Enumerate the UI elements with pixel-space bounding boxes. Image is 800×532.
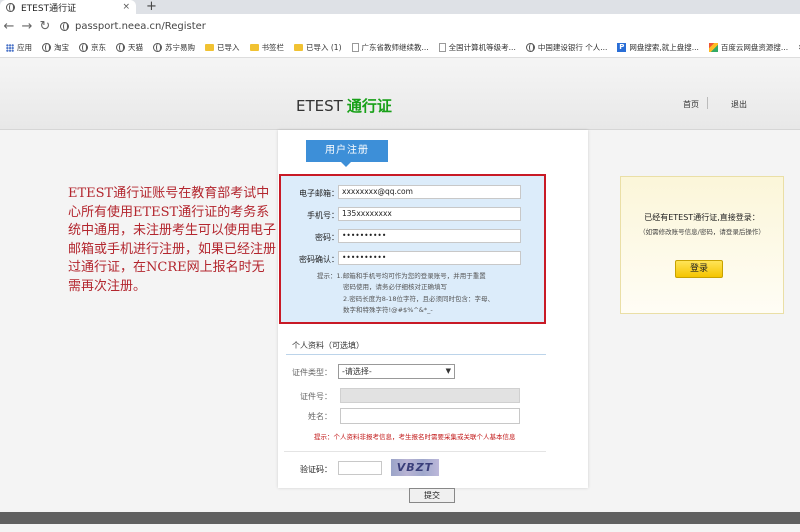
globe-icon	[79, 43, 88, 52]
bookmark-ccb[interactable]: 中国建设银行 个人...	[525, 42, 607, 53]
bookmark-suning[interactable]: 苏宁易购	[153, 42, 195, 53]
reload-button[interactable]: ↻	[36, 19, 54, 34]
captcha-label: 验证码：	[300, 465, 332, 474]
bookmark-apps[interactable]: 应用	[6, 42, 32, 53]
bookmarks-bar: 应用 淘宝 京东 天猫 苏宁易购 已导入 书签栏 已导入 (1) 广东省教师继续…	[0, 38, 800, 58]
new-tab-button[interactable]: +	[146, 0, 157, 14]
login-subtitle: （如需修改账号信息/密码，请登录后操作）	[639, 228, 765, 236]
captcha-input[interactable]	[338, 461, 382, 475]
browser-toolbar: ← → ↻ passport.neea.cn/Register	[0, 14, 800, 38]
folder-icon	[205, 44, 214, 51]
bookmark-taobao[interactable]: 淘宝	[42, 42, 69, 53]
email-label: 电子邮箱：	[299, 189, 339, 198]
hint-line-4: 数字和特殊字符!@#$%^&*_-	[343, 306, 433, 314]
personal-info-title: 个人资料（可选填）	[292, 341, 364, 350]
back-button[interactable]: ←	[0, 19, 18, 34]
folder-icon	[294, 44, 303, 51]
idnum-field	[340, 388, 520, 403]
captcha-image[interactable]: VBZT	[391, 459, 439, 476]
email-field[interactable]: xxxxxxxx@qq.com	[338, 185, 521, 199]
password-label: 密码：	[315, 233, 339, 242]
globe-icon	[6, 2, 15, 12]
register-notice: ETEST通行证账号在教育部考试中心所有使用ETEST通行证的考务系统中通用，未…	[68, 186, 277, 294]
globe-icon	[42, 43, 51, 52]
login-box	[620, 176, 784, 314]
login-button[interactable]: 登录	[675, 260, 723, 278]
pansou-icon: P	[617, 43, 627, 52]
folder-icon	[249, 44, 259, 51]
nav-logout-link[interactable]: 退出	[731, 99, 747, 110]
nav-home-link[interactable]: 首页	[683, 99, 699, 110]
name-label: 姓名：	[308, 412, 332, 421]
confirm-password-field[interactable]: ••••••••••	[338, 251, 521, 265]
tab-close-button[interactable]: ×	[122, 2, 130, 12]
globe-icon	[153, 43, 162, 52]
bookmark-pansou[interactable]: P 网盘搜索,就上盘搜...	[617, 42, 699, 53]
section-divider	[286, 354, 546, 355]
site-header	[0, 58, 800, 130]
site-info-icon[interactable]	[60, 21, 69, 31]
address-bar[interactable]: passport.neea.cn/Register	[60, 21, 206, 32]
url-text: passport.neea.cn/Register	[75, 20, 206, 32]
bookmark-folder-imported-1[interactable]: 已导入 (1)	[294, 42, 342, 53]
brand-logo: ETEST 通行证	[296, 97, 392, 115]
chevron-down-icon: ▼	[445, 367, 451, 375]
bookmark-ncre[interactable]: 全国计算机等级考...	[438, 42, 516, 53]
globe-icon	[525, 43, 535, 52]
phone-field[interactable]: 135xxxxxxxx	[338, 207, 521, 221]
section-divider	[284, 451, 546, 452]
hint-line-2: 密码使用，请务必仔细核对正确填写	[343, 283, 447, 291]
bookmark-baiduyun[interactable]: 百度云网盘资源搜...	[708, 42, 788, 53]
phone-label: 手机号：	[307, 211, 339, 220]
bookmark-tmall[interactable]: 天猫	[116, 42, 143, 53]
password-field[interactable]: ••••••••••	[338, 229, 521, 243]
bookmark-gd-teacher[interactable]: 广东省教师继续教...	[351, 42, 429, 53]
account-form: 电子邮箱： xxxxxxxx@qq.com 手机号： 135xxxxxxxx 密…	[279, 174, 546, 324]
tab-register[interactable]: 用户注册	[306, 140, 388, 167]
idtype-select[interactable]: -请选择- ▼	[338, 364, 455, 379]
footer-bar	[0, 512, 800, 524]
browser-tab[interactable]: ETEST通行证 ×	[0, 0, 136, 14]
personal-info-note: 提示：个人资料非报考信息，考生报名时需要采集或关联个人基本信息	[314, 433, 516, 441]
globe-icon	[116, 43, 125, 52]
tab-title: ETEST通行证	[21, 3, 77, 14]
page-icon	[351, 43, 359, 52]
baiduyun-icon	[708, 43, 718, 52]
name-field[interactable]	[340, 408, 520, 424]
nav-divider	[707, 97, 708, 109]
login-title: 已经有ETEST通行证,直接登录：	[644, 213, 760, 222]
apps-grid-icon	[6, 43, 14, 52]
bookmark-folder-bar[interactable]: 书签栏	[249, 42, 284, 53]
idnum-label: 证件号：	[300, 392, 332, 401]
bookmark-folder-imported[interactable]: 已导入	[205, 42, 240, 53]
bookmark-jd[interactable]: 京东	[79, 42, 106, 53]
page-icon	[438, 43, 446, 52]
submit-button[interactable]: 提交	[409, 488, 455, 503]
hint-line-1: 提示：1.邮箱和手机号均可作为您的登录账号，并用于重置	[317, 272, 486, 280]
idtype-label: 证件类型：	[292, 368, 332, 377]
hint-line-3: 2.密码长度为8-18位字符，且必须同时包含：字母、	[343, 295, 494, 303]
forward-button[interactable]: →	[18, 19, 36, 34]
confirm-password-label: 密码确认：	[299, 255, 339, 264]
